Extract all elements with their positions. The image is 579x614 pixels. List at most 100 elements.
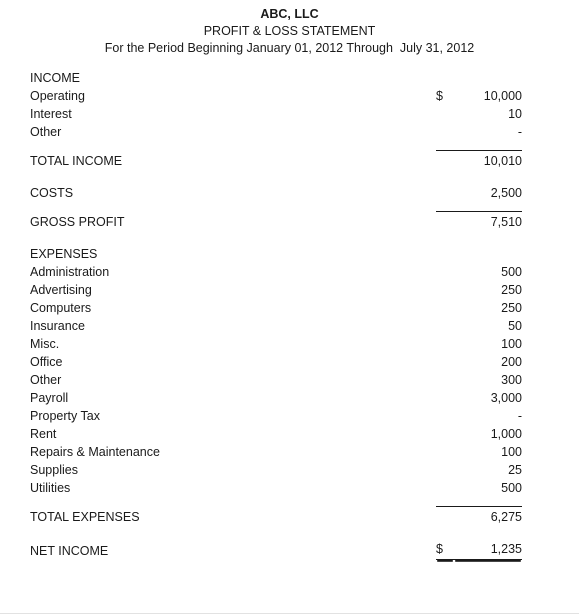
income-caption: INCOME — [30, 71, 80, 85]
line-item-label: Misc. — [30, 337, 60, 351]
table-row: Insurance 50 — [30, 317, 522, 335]
gross-profit-amount: 7,510 — [454, 211, 522, 231]
line-item-amount: 3,000 — [490, 391, 522, 405]
line-item-amount: 250 — [501, 283, 522, 297]
line-item-amount: 300 — [501, 373, 522, 387]
statement-body: INCOME Operating $ 10,000 Interest 10 Ot… — [30, 69, 522, 560]
statement-title: PROFIT & LOSS STATEMENT — [203, 24, 376, 38]
table-row: Repairs & Maintenance 100 — [30, 443, 522, 461]
currency-symbol — [436, 150, 454, 170]
profit-and-loss-statement: INCOME Operating $ 10,000 Interest 10 Ot… — [0, 69, 579, 560]
line-item-label: Operating — [30, 89, 85, 103]
statement-table: INCOME Operating $ 10,000 Interest 10 Ot… — [30, 69, 522, 560]
currency-symbol — [436, 211, 454, 231]
table-row: Misc. 100 — [30, 335, 522, 353]
table-row: Supplies 25 — [30, 461, 522, 479]
line-item-label: Advertising — [30, 283, 92, 297]
document-header: ABC, LLC PROFIT & LOSS STATEMENT For the… — [0, 0, 579, 57]
section-heading-expenses: EXPENSES — [30, 245, 522, 263]
reporting-period: For the Period Beginning January 01, 201… — [104, 41, 475, 55]
currency-symbol — [436, 425, 454, 443]
row-spacer — [30, 170, 522, 184]
expenses-caption: EXPENSES — [30, 247, 98, 261]
row-spacer — [30, 497, 522, 507]
company-name: ABC, LLC — [260, 7, 319, 21]
line-item-amount: - — [517, 409, 522, 423]
line-item-amount: - — [517, 125, 522, 139]
line-item-label: Computers — [30, 301, 92, 315]
total-label: TOTAL INCOME — [30, 154, 123, 168]
line-item-label: Supplies — [30, 463, 78, 477]
line-item-amount: 200 — [501, 355, 522, 369]
currency-symbol: $ — [436, 89, 443, 103]
line-item-label: Interest — [30, 107, 72, 121]
table-row: Computers 250 — [30, 299, 522, 317]
currency-symbol — [436, 105, 454, 123]
line-item-amount: 500 — [501, 481, 522, 495]
line-item-label: Repairs & Maintenance — [30, 445, 160, 459]
costs-row: COSTS 2,500 — [30, 184, 522, 202]
line-item-label: Payroll — [30, 391, 69, 405]
line-item-amount: 1,000 — [490, 427, 522, 441]
line-item-label: Rent — [30, 427, 57, 441]
line-item-label: Other — [30, 373, 62, 387]
line-item-label: Utilities — [30, 481, 71, 495]
currency-symbol — [436, 317, 454, 335]
currency-symbol — [436, 184, 454, 202]
currency-symbol — [436, 479, 454, 497]
costs-label: COSTS — [30, 186, 74, 200]
line-item-label: Office — [30, 355, 63, 369]
table-row: Advertising 250 — [30, 281, 522, 299]
row-spacer — [30, 202, 522, 212]
costs-amount: 2,500 — [490, 186, 522, 200]
row-spacer — [30, 141, 522, 151]
net-income-amount: 1,235 — [454, 540, 522, 560]
table-row: Other - — [30, 123, 522, 141]
currency-symbol — [436, 443, 454, 461]
currency-symbol — [436, 299, 454, 317]
table-row: Property Tax - — [30, 407, 522, 425]
table-row: Office 200 — [30, 353, 522, 371]
section-heading-income: INCOME — [30, 69, 522, 87]
currency-symbol — [436, 407, 454, 425]
currency-symbol — [436, 371, 454, 389]
net-income-row: NET INCOME $ 1,235 — [30, 540, 522, 560]
currency-symbol — [436, 461, 454, 479]
total-row-expenses: TOTAL EXPENSES 6,275 — [30, 506, 522, 526]
currency-symbol — [436, 353, 454, 371]
total-row-income: TOTAL INCOME 10,010 — [30, 150, 522, 170]
line-item-amount: 500 — [501, 265, 522, 279]
total-label: TOTAL EXPENSES — [30, 510, 140, 524]
line-item-amount: 25 — [508, 463, 522, 477]
line-item-amount: 10,000 — [483, 89, 522, 103]
line-item-amount: 250 — [501, 301, 522, 315]
row-spacer — [30, 526, 522, 540]
table-row: Operating $ 10,000 — [30, 87, 522, 105]
row-spacer — [30, 231, 522, 245]
line-item-label: Administration — [30, 265, 110, 279]
line-item-label: Insurance — [30, 319, 85, 333]
line-item-amount: 100 — [501, 445, 522, 459]
total-amount: 6,275 — [454, 506, 522, 526]
currency-symbol — [436, 263, 454, 281]
line-item-amount: 100 — [501, 337, 522, 351]
total-amount: 10,010 — [454, 150, 522, 170]
currency-symbol — [436, 123, 454, 141]
table-row: Rent 1,000 — [30, 425, 522, 443]
table-row: Interest 10 — [30, 105, 522, 123]
currency-symbol — [436, 506, 454, 526]
table-row: Utilities 500 — [30, 479, 522, 497]
line-item-amount: 50 — [508, 319, 522, 333]
line-item-label: Property Tax — [30, 409, 100, 423]
table-row: Administration 500 — [30, 263, 522, 281]
currency-symbol — [436, 335, 454, 353]
table-row: Payroll 3,000 — [30, 389, 522, 407]
line-item-label: Other — [30, 125, 62, 139]
net-income-label: NET INCOME — [30, 543, 109, 558]
gross-profit-row: GROSS PROFIT 7,510 — [30, 211, 522, 231]
currency-symbol: $ — [436, 540, 454, 560]
currency-symbol — [436, 389, 454, 407]
gross-profit-label: GROSS PROFIT — [30, 215, 125, 229]
table-row: Other 300 — [30, 371, 522, 389]
currency-symbol — [436, 281, 454, 299]
